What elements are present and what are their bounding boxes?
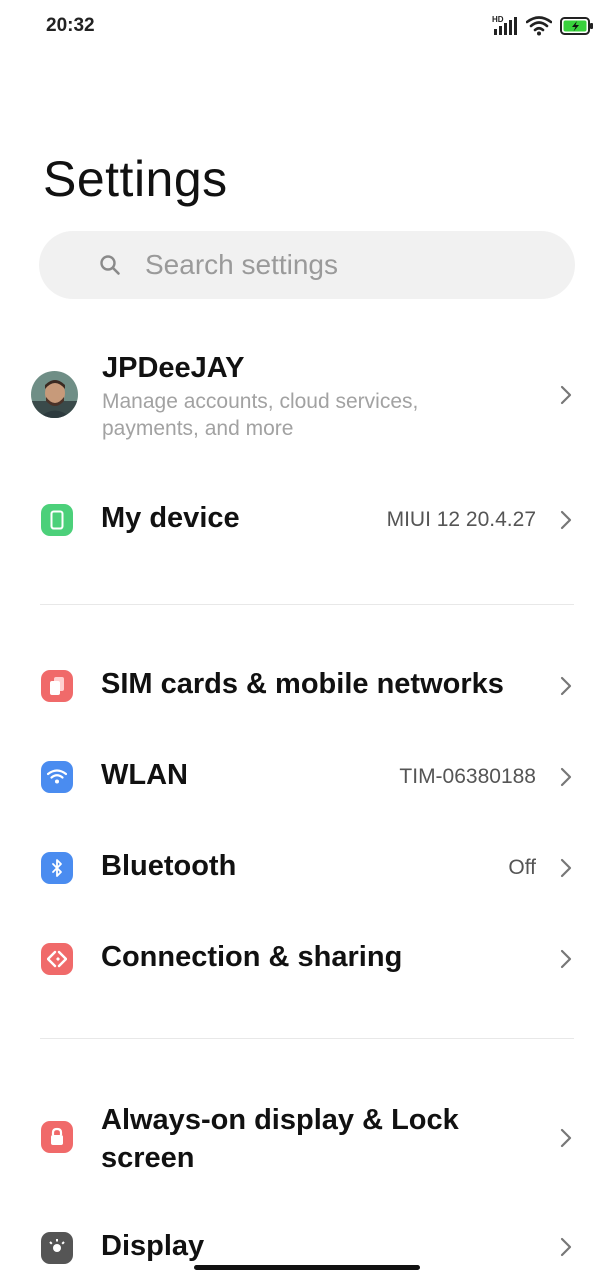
chevron-right-icon [560,676,572,701]
sim-cards-label: SIM cards & mobile networks [101,668,504,700]
divider [40,604,574,605]
connection-sharing-row[interactable]: Connection & sharing [0,919,614,999]
avatar [31,371,78,418]
chevron-right-icon [560,385,572,410]
phone-icon [41,504,73,536]
my-device-row[interactable]: My device MIUI 12 20.4.27 [0,480,614,560]
network-type-label: HD [492,15,504,24]
account-subtitle: Manage accounts, cloud services, payment… [102,390,419,440]
always-on-display-row[interactable]: Always-on display & Lock screen [0,1096,614,1186]
bluetooth-row[interactable]: Bluetooth Off [0,828,614,908]
battery-charging-icon [560,17,594,35]
chevron-right-icon [560,510,572,535]
wifi-icon [526,16,552,36]
wlan-label: WLAN [101,759,188,791]
chevron-right-icon [560,1237,572,1262]
display-label: Display [101,1230,205,1262]
signal-icon: HD [492,15,518,37]
share-icon [41,943,73,975]
search-icon [99,254,121,281]
bluetooth-icon [41,852,73,884]
status-bar: 20:32 HD [0,0,614,54]
wlan-value: TIM-06380188 [399,765,536,788]
lock-icon [41,1121,73,1153]
status-time: 20:32 [46,15,95,36]
divider [40,1038,574,1039]
bluetooth-label: Bluetooth [101,850,237,882]
sim-cards-row[interactable]: SIM cards & mobile networks [0,646,614,726]
settings-screen: 20:32 HD Settings Search settings JPDeeJ… [0,0,614,1280]
account-row[interactable]: JPDeeJAY Manage accounts, cloud services… [0,340,614,460]
chevron-right-icon [560,949,572,974]
search-bar[interactable] [39,231,575,299]
wifi-icon [41,761,73,793]
wlan-row[interactable]: WLAN TIM-06380188 [0,737,614,817]
chevron-right-icon [560,858,572,883]
my-device-value: MIUI 12 20.4.27 [386,508,536,531]
my-device-label: My device [101,502,240,534]
chevron-right-icon [560,1128,572,1153]
page-title: Settings [43,151,228,207]
search-input[interactable] [143,245,543,285]
account-name: JPDeeJAY [102,352,245,384]
brightness-icon [41,1232,73,1264]
sim-card-icon [41,670,73,702]
always-on-display-label: Always-on display & Lock screen [101,1104,459,1174]
home-indicator[interactable] [194,1265,420,1270]
connection-sharing-label: Connection & sharing [101,941,403,973]
status-icons: HD [492,14,594,38]
bluetooth-value: Off [508,856,536,879]
chevron-right-icon [560,767,572,792]
